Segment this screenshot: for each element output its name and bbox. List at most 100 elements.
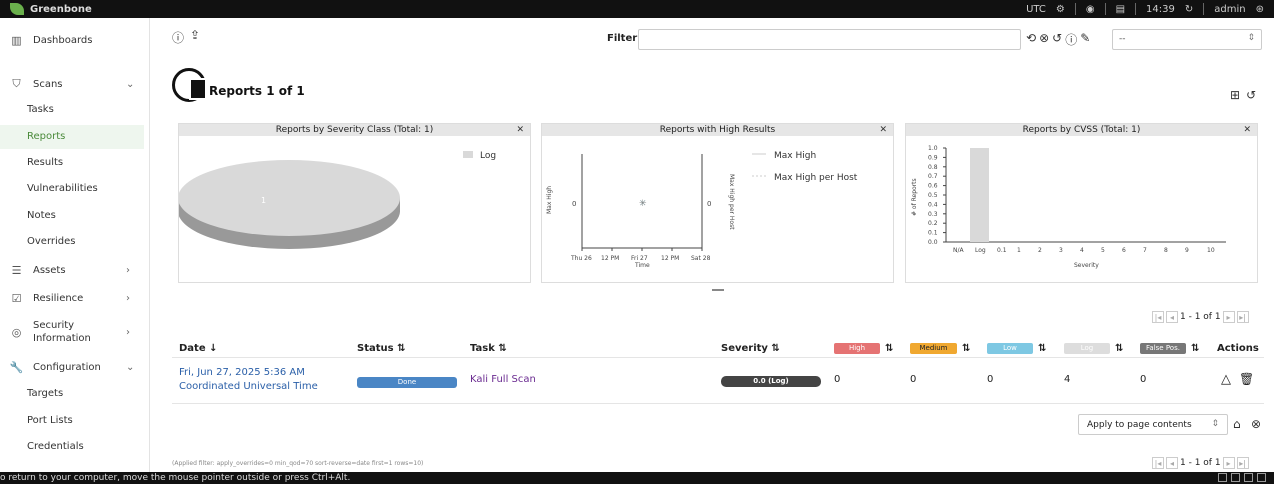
sidebar-item-resilience[interactable]: ☑ Resilience ›	[0, 290, 149, 306]
x-tick-label: 1	[1017, 247, 1021, 254]
language-icon[interactable]: ◉	[1086, 4, 1095, 15]
sidebar-item-security-information[interactable]: ◎ Security Information ›	[0, 318, 149, 346]
column-task[interactable]: Task ⇅	[470, 343, 507, 354]
apply-to-select[interactable]: Apply to page contents ⇕	[1078, 414, 1228, 435]
sidebar-item-credentials[interactable]: Credentials	[27, 441, 84, 452]
close-icon[interactable]: ✕	[1243, 124, 1251, 136]
tray-icon[interactable]	[1244, 473, 1253, 482]
y-axis-label: # of Reports	[911, 178, 918, 216]
bar-log[interactable]	[970, 148, 989, 242]
timezone-label[interactable]: UTC	[1026, 4, 1046, 15]
select-caret-icon: ⇕	[1247, 33, 1255, 43]
sidebar-item-notes[interactable]: Notes	[27, 210, 56, 221]
sidebar-item-assets[interactable]: ☰ Assets ›	[0, 262, 149, 278]
column-label: Severity	[721, 343, 768, 354]
edit-filter-icon[interactable]: ✎	[1080, 31, 1090, 48]
close-icon[interactable]: ✕	[516, 124, 524, 136]
divider	[1203, 3, 1205, 15]
count-low: 0	[987, 374, 994, 385]
column-status[interactable]: Status ⇅	[357, 343, 405, 354]
sidebar-item-targets[interactable]: Targets	[27, 388, 63, 399]
next-page-icon[interactable]: ▸	[1222, 457, 1235, 469]
settings-icon[interactable]: ⚙	[1056, 4, 1065, 15]
column-severity[interactable]: Severity ⇅	[721, 343, 780, 354]
reset-filter-icon[interactable]: ↺	[1052, 31, 1062, 48]
task-link[interactable]: Kali Full Scan	[470, 374, 536, 385]
pie-slice-log[interactable]	[179, 160, 400, 236]
count-medium: 0	[910, 374, 917, 385]
last-page-icon[interactable]: ▸|	[1236, 311, 1249, 323]
sort-false-pos-icon[interactable]: ⇅	[1191, 343, 1199, 354]
last-page-icon[interactable]: ▸|	[1236, 457, 1249, 469]
report-date-link[interactable]: Fri, Jun 27, 2025 5:36 AM	[179, 367, 305, 378]
sort-high-icon[interactable]: ⇅	[885, 343, 893, 354]
count-high: 0	[834, 374, 841, 385]
reset-dashboard-icon[interactable]: ↺	[1246, 88, 1256, 102]
column-log-badge: Log	[1064, 343, 1110, 354]
previous-page-icon[interactable]: ◂	[1166, 311, 1178, 323]
filter-input[interactable]	[638, 29, 1021, 50]
first-page-icon[interactable]: |◂	[1152, 457, 1164, 469]
filter-label: Filter	[607, 33, 638, 44]
pagination-text: 1 - 1 of 1	[1180, 458, 1221, 468]
sidebar-item-vulnerabilities[interactable]: Vulnerabilities	[27, 183, 98, 194]
column-date[interactable]: Date ↓	[179, 343, 218, 354]
x-tick-label: 2	[1038, 247, 1042, 254]
next-page-icon[interactable]: ▸	[1222, 311, 1235, 323]
delete-icon[interactable]: 🗑	[1239, 372, 1254, 386]
main-content: ⓘ ⇪ Filter ⟲ ⊗ ↺ ⓘ ✎ -- ⇕ Reports 1 of 1…	[150, 18, 1274, 472]
sidebar-item-dashboards[interactable]: ▥ Dashboards	[0, 32, 149, 48]
brand-logo[interactable]: Greenbone	[10, 3, 92, 15]
y-tick-label: 0.6	[928, 183, 938, 190]
clear-filter-icon[interactable]: ⊗	[1039, 31, 1049, 48]
sidebar-item-label: Dashboards	[33, 34, 93, 46]
close-icon[interactable]: ✕	[879, 124, 887, 136]
sort-log-icon[interactable]: ⇅	[1115, 343, 1123, 354]
tray-icon[interactable]	[1231, 473, 1240, 482]
help-icon[interactable]: ⓘ	[172, 29, 184, 46]
new-dashboard-display-icon[interactable]: ⊞	[1230, 88, 1240, 102]
refresh-icon[interactable]: ↻	[1185, 4, 1193, 15]
x-tick-label: 12 PM	[601, 255, 619, 262]
sidebar-item-port-lists[interactable]: Port Lists	[27, 415, 73, 426]
page-title: Reports 1 of 1	[209, 84, 305, 98]
calendar-icon[interactable]: ▤	[1116, 4, 1125, 15]
tray-icon[interactable]	[1257, 473, 1266, 482]
previous-page-icon[interactable]: ◂	[1166, 457, 1178, 469]
sidebar-item-results[interactable]: Results	[27, 157, 63, 168]
sidebar-item-label: Information	[33, 333, 91, 344]
sort-low-icon[interactable]: ⇅	[1038, 343, 1046, 354]
sidebar-item-reports[interactable]: Reports	[27, 131, 65, 142]
tray-icon[interactable]	[1218, 473, 1227, 482]
legend-label-max-high-per-host: Max High per Host	[774, 173, 858, 183]
sidebar-item-overrides[interactable]: Overrides	[27, 236, 75, 247]
sidebar-item-scans[interactable]: ⛉ Scans ⌄	[0, 76, 149, 92]
user-icon[interactable]: ⊛	[1256, 4, 1264, 15]
report-timezone[interactable]: Coordinated Universal Time	[179, 381, 318, 392]
severity-class-panel: Reports by Severity Class (Total: 1) ✕ 1…	[178, 123, 531, 283]
divider	[1135, 3, 1137, 15]
server-icon: ☰	[11, 263, 22, 277]
delete-bulk-icon[interactable]: ⊗	[1251, 417, 1261, 431]
delta-report-icon[interactable]: △	[1221, 372, 1231, 387]
sort-medium-icon[interactable]: ⇅	[962, 343, 970, 354]
apply-to-value: Apply to page contents	[1087, 420, 1192, 430]
y-tick-label: 0.8	[928, 164, 938, 171]
first-page-icon[interactable]: |◂	[1152, 311, 1164, 323]
filter-select[interactable]: -- ⇕	[1112, 29, 1262, 50]
sidebar-item-tasks[interactable]: Tasks	[27, 104, 54, 115]
data-point[interactable]: ✳	[639, 199, 647, 209]
pagination-text: 1 - 1 of 1	[1180, 312, 1221, 322]
tags-icon[interactable]: ⌂	[1233, 417, 1241, 431]
sidebar-item-configuration[interactable]: 🔧 Configuration ⌄	[0, 359, 149, 375]
upload-icon[interactable]: ⇪	[190, 28, 200, 42]
user-name[interactable]: admin	[1214, 4, 1245, 15]
filter-help-icon[interactable]: ⓘ	[1065, 31, 1077, 48]
y-axis-label-right: Max High per Host	[728, 174, 735, 230]
x-tick-label: 3	[1059, 247, 1063, 254]
dashboard-resize-handle[interactable]	[712, 289, 724, 291]
y-tick-label: 0.1	[928, 230, 938, 237]
refresh-filter-icon[interactable]: ⟲	[1026, 31, 1036, 48]
filter-select-value: --	[1119, 34, 1126, 44]
x-axis-label: Time	[634, 262, 650, 269]
